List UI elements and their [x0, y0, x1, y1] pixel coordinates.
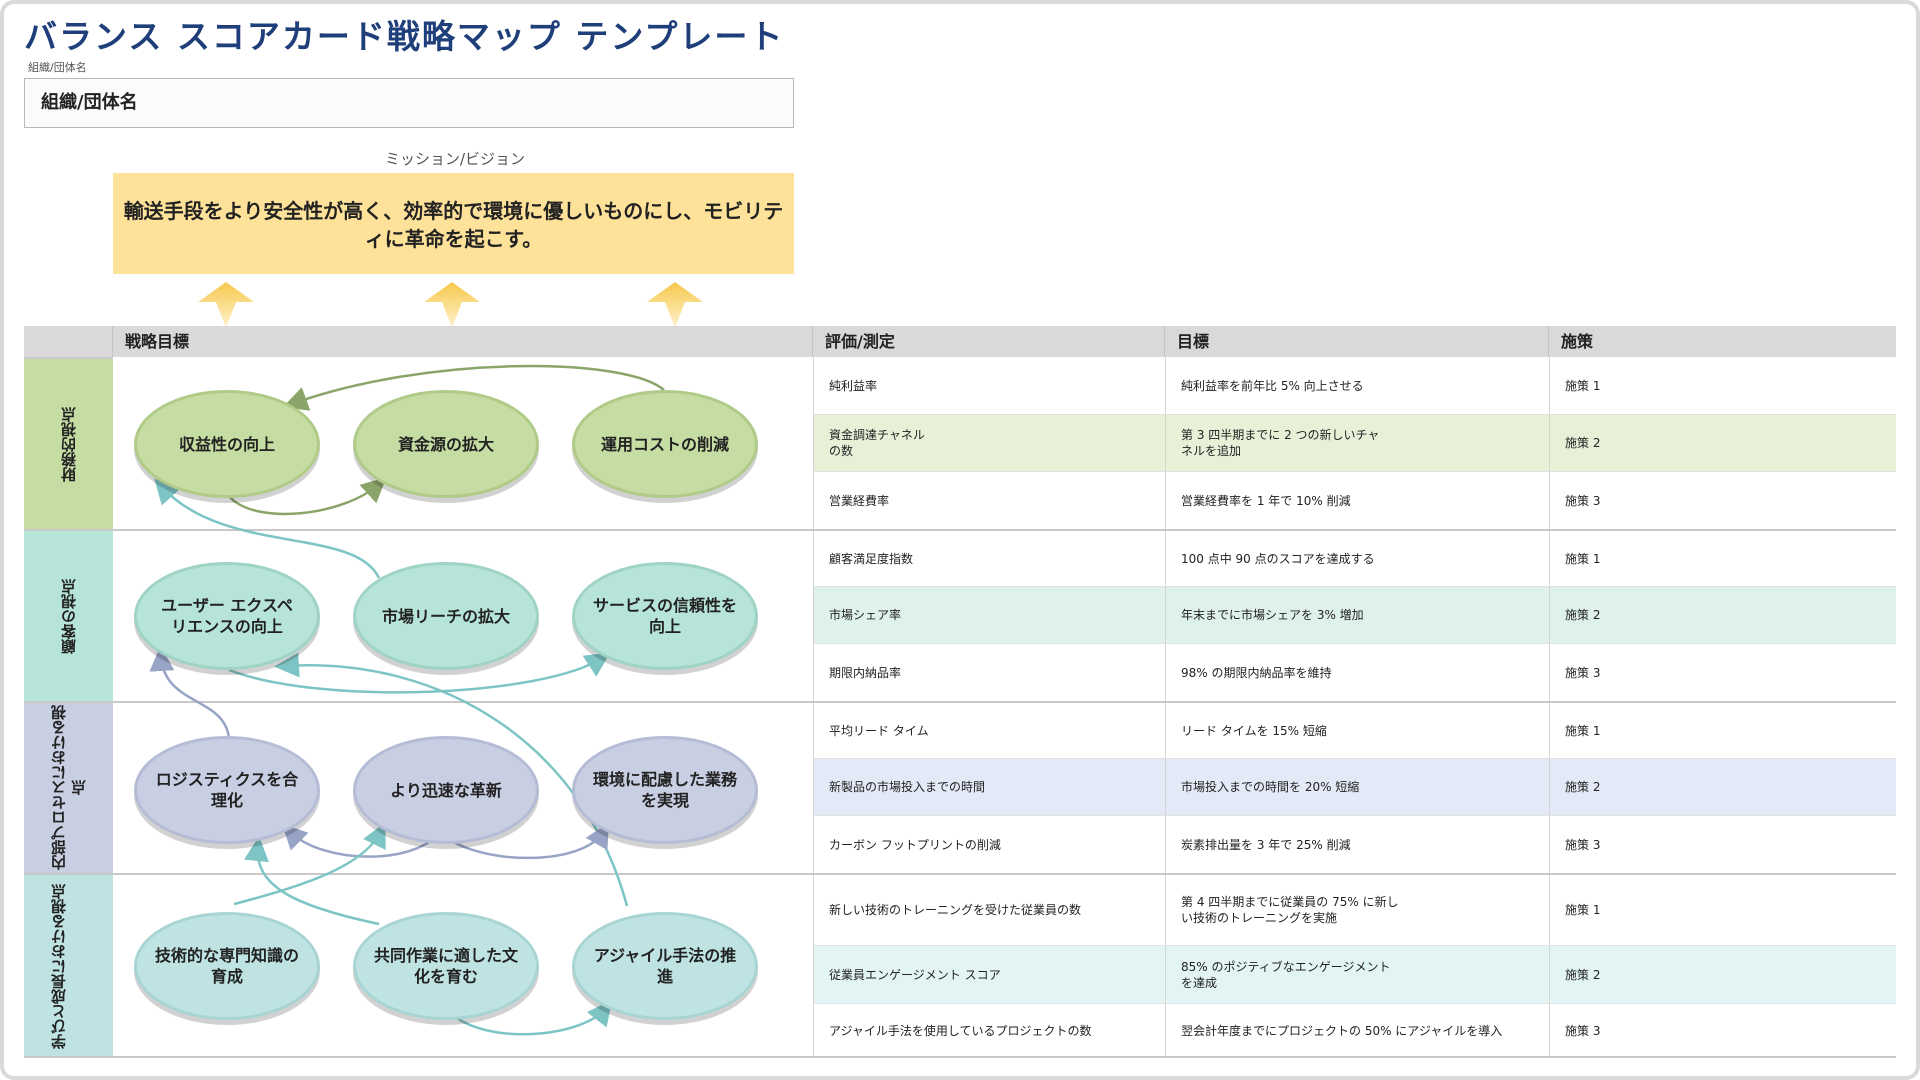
objective-innovation[interactable]: より迅速な革新: [353, 736, 539, 844]
initiative-cell[interactable]: 施策 1: [1549, 703, 1896, 758]
table-row: 営業経費率 営業経費率を 1 年で 10% 削減 施策 3: [813, 471, 1896, 529]
org-name-field[interactable]: 組織/団体名: [24, 78, 794, 128]
strategy-table: 戦略目標 評価/測定 目標 施策 財務的視点 顧客の視点 内部プロセスにおける視…: [24, 326, 1896, 1058]
measure-cell[interactable]: 平均リード タイム: [813, 703, 1165, 758]
target-cell[interactable]: 85% のポジティブなエンゲージメントを達成: [1165, 946, 1549, 1003]
initiative-cell[interactable]: 施策 2: [1549, 587, 1896, 643]
perspective-learning: 学びと成長における視点: [24, 873, 113, 1058]
target-cell[interactable]: リード タイムを 15% 短縮: [1165, 703, 1549, 758]
table-row: アジャイル手法を使用しているプロジェクトの数 翌会計年度までにプロジェクトの 5…: [813, 1003, 1896, 1058]
initiative-cell[interactable]: 施策 3: [1549, 644, 1896, 701]
objective-market-reach[interactable]: 市場リーチの拡大: [353, 562, 539, 670]
objective-tech-expertise[interactable]: 技術的な専門知識の育成: [134, 912, 320, 1020]
table-row: 新しい技術のトレーニングを受けた従業員の数 第 4 四半期までに従業員の 75%…: [813, 873, 1896, 945]
table-row: 新製品の市場投入までの時間 市場投入までの時間を 20% 短縮 施策 2: [813, 758, 1896, 815]
initiative-cell[interactable]: 施策 2: [1549, 759, 1896, 815]
target-cell[interactable]: 翌会計年度までにプロジェクトの 50% にアジャイルを導入: [1165, 1004, 1549, 1058]
table-row: 従業員エンゲージメント スコア 85% のポジティブなエンゲージメントを達成 施…: [813, 945, 1896, 1003]
target-cell[interactable]: 炭素排出量を 3 年で 25% 削減: [1165, 816, 1549, 873]
target-cell[interactable]: 市場投入までの時間を 20% 短縮: [1165, 759, 1549, 815]
measure-cell[interactable]: 市場シェア率: [813, 587, 1165, 643]
initiative-cell[interactable]: 施策 3: [1549, 1004, 1896, 1058]
header-initiative: 施策: [1549, 326, 1896, 357]
initiative-cell[interactable]: 施策 1: [1549, 531, 1896, 586]
measure-cell[interactable]: 営業経費率: [813, 472, 1165, 529]
header-target: 目標: [1165, 326, 1549, 357]
up-arrow-icon: [424, 282, 480, 328]
measure-cell[interactable]: 期限内納品率: [813, 644, 1165, 701]
table-row: 期限内納品率 98% の期限内納品率を維持 施策 3: [813, 643, 1896, 701]
mission-label: ミッション/ビジョン: [384, 150, 526, 168]
up-arrow-icon: [198, 282, 254, 328]
objective-funding[interactable]: 資金源の拡大: [353, 390, 539, 498]
objective-cost-reduction[interactable]: 運用コストの削減: [572, 390, 758, 498]
objective-collaborative-culture[interactable]: 共同作業に適した文化を育む: [353, 912, 539, 1020]
target-cell[interactable]: 年末までに市場シェアを 3% 増加: [1165, 587, 1549, 643]
measure-cell[interactable]: 従業員エンゲージメント スコア: [813, 946, 1165, 1003]
header-objectives: 戦略目標: [113, 326, 813, 357]
initiative-cell[interactable]: 施策 2: [1549, 415, 1896, 471]
perspective-internal: 内部プロセスにおける視点: [24, 701, 113, 873]
perspective-financial: 財務的視点: [24, 357, 113, 529]
table-row: カーボン フットプリントの削減 炭素排出量を 3 年で 25% 削減 施策 3: [813, 815, 1896, 873]
measure-cell[interactable]: カーボン フットプリントの削減: [813, 816, 1165, 873]
initiative-cell[interactable]: 施策 3: [1549, 472, 1896, 529]
objective-user-experience[interactable]: ユーザー エクスペリエンスの向上: [134, 562, 320, 670]
up-arrow-icon: [647, 282, 703, 328]
page-title: バランス スコアカード戦略マップ テンプレート: [24, 17, 785, 56]
measure-cell[interactable]: 新しい技術のトレーニングを受けた従業員の数: [813, 875, 1165, 945]
target-cell[interactable]: 第 3 四半期までに 2 つの新しいチャネルを追加: [1165, 415, 1549, 471]
objective-green-operations[interactable]: 環境に配慮した業務を実現: [572, 736, 758, 844]
measure-cell[interactable]: 新製品の市場投入までの時間: [813, 759, 1165, 815]
table-row: 資金調達チャネルの数 第 3 四半期までに 2 つの新しいチャネルを追加 施策 …: [813, 414, 1896, 471]
table-row: 市場シェア率 年末までに市場シェアを 3% 増加 施策 2: [813, 586, 1896, 643]
target-cell[interactable]: 第 4 四半期までに従業員の 75% に新しい技術のトレーニングを実施: [1165, 875, 1549, 945]
objective-service-reliability[interactable]: サービスの信頼性を向上: [572, 562, 758, 670]
objective-agile[interactable]: アジャイル手法の推進: [572, 912, 758, 1020]
header-measure: 評価/測定: [813, 326, 1165, 357]
target-cell[interactable]: 純利益率を前年比 5% 向上させる: [1165, 357, 1549, 414]
table-row: 平均リード タイム リード タイムを 15% 短縮 施策 1: [813, 701, 1896, 758]
table-row: 純利益率 純利益率を前年比 5% 向上させる 施策 1: [813, 357, 1896, 414]
org-field-label: 組織/団体名: [28, 61, 87, 74]
objective-logistics[interactable]: ロジスティクスを合理化: [134, 736, 320, 844]
measure-cell[interactable]: 純利益率: [813, 357, 1165, 414]
initiative-cell[interactable]: 施策 2: [1549, 946, 1896, 1003]
target-cell[interactable]: 100 点中 90 点のスコアを達成する: [1165, 531, 1549, 586]
measure-cell[interactable]: 顧客満足度指数: [813, 531, 1165, 586]
header-perspective: [24, 326, 113, 357]
measure-cell[interactable]: 資金調達チャネルの数: [813, 415, 1165, 471]
initiative-cell[interactable]: 施策 3: [1549, 816, 1896, 873]
target-cell[interactable]: 営業経費率を 1 年で 10% 削減: [1165, 472, 1549, 529]
perspective-customer: 顧客の視点: [24, 529, 113, 701]
objective-profitability[interactable]: 収益性の向上: [134, 390, 320, 498]
target-cell[interactable]: 98% の期限内納品率を維持: [1165, 644, 1549, 701]
table-row: 顧客満足度指数 100 点中 90 点のスコアを達成する 施策 1: [813, 529, 1896, 586]
mission-statement[interactable]: 輸送手段をより安全性が高く、効率的で環境に優しいものにし、モビリティに革命を起こ…: [113, 173, 794, 274]
initiative-cell[interactable]: 施策 1: [1549, 357, 1896, 414]
measure-cell[interactable]: アジャイル手法を使用しているプロジェクトの数: [813, 1004, 1165, 1058]
initiative-cell[interactable]: 施策 1: [1549, 875, 1896, 945]
